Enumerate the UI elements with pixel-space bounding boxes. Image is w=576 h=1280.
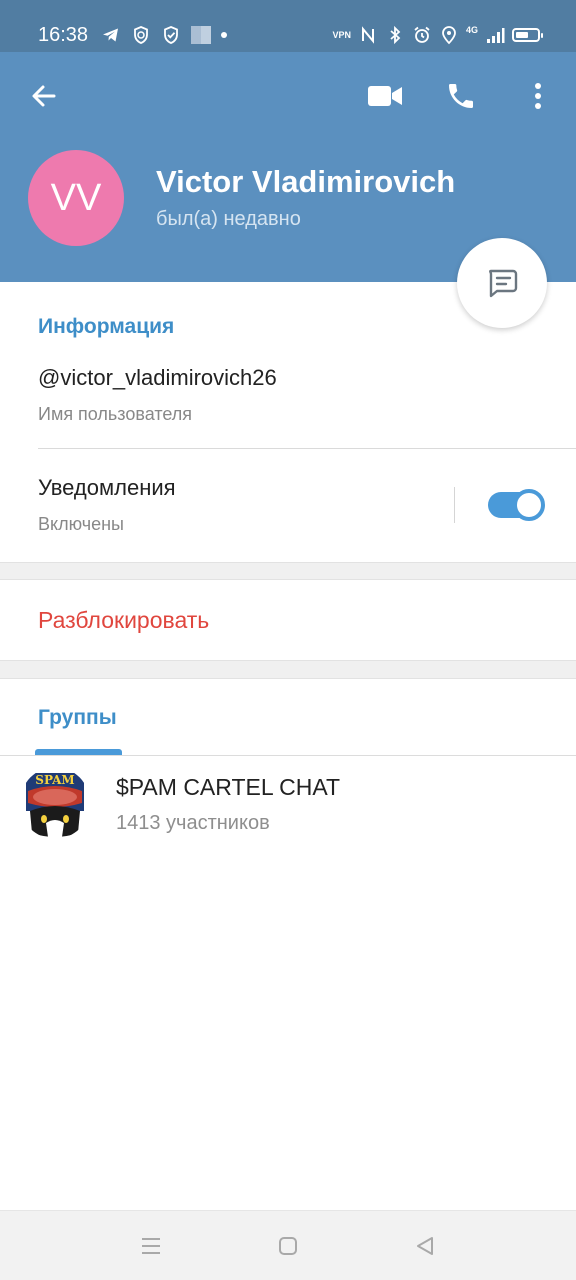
telegram-icon	[101, 25, 121, 45]
toggle-separator	[454, 487, 455, 523]
more-vert-icon	[535, 83, 541, 109]
unblock-section: Разблокировать	[0, 580, 576, 660]
group-avatar-text: SPAM	[35, 773, 74, 787]
notifications-state: Включены	[38, 514, 124, 534]
back-arrow-icon	[32, 85, 56, 107]
menu-icon	[142, 1238, 160, 1254]
more-notifications-dot	[221, 32, 227, 38]
group-list-item[interactable]: SPAM $PAM CARTEL CHAT 1413 участников	[0, 765, 576, 845]
network-type: 4G	[465, 25, 478, 35]
tab-bar-border	[0, 755, 576, 756]
nfc-icon	[358, 25, 378, 45]
home-icon	[279, 1237, 297, 1255]
tab-groups[interactable]: Группы	[38, 705, 117, 731]
info-section-title: Информация	[38, 315, 175, 338]
shield-clock-icon	[131, 25, 151, 45]
home-button[interactable]	[273, 1231, 303, 1261]
battery-level	[516, 32, 528, 38]
video-call-button[interactable]	[361, 72, 409, 120]
notifications-row[interactable]: Уведомления Включены	[0, 449, 576, 561]
status-right-icons: VPN 4G	[332, 24, 543, 46]
system-navigation-bar	[0, 1210, 576, 1280]
unblock-button[interactable]: Разблокировать	[38, 605, 209, 635]
recent-apps-button[interactable]	[136, 1231, 166, 1261]
phone-icon	[449, 84, 473, 108]
group-name: $PAM CARTEL CHAT	[116, 774, 341, 800]
video-call-icon	[368, 86, 402, 106]
location-icon	[439, 25, 459, 45]
system-back-button[interactable]	[410, 1231, 440, 1261]
back-triangle-icon	[417, 1237, 433, 1255]
profile-last-seen: был(а) недавно	[156, 208, 301, 230]
profile-name: Victor Vladimirovich	[156, 164, 456, 199]
blurred-notification-icon	[191, 26, 211, 44]
alarm-icon	[412, 25, 432, 45]
message-icon	[489, 269, 518, 298]
username-row[interactable]: @victor_vladimirovich26 Имя пользователя	[0, 354, 576, 448]
group-member-count: 1413 участников	[116, 812, 270, 834]
shield-check-icon	[161, 25, 181, 45]
signal-icon	[485, 25, 505, 45]
back-button[interactable]	[20, 72, 68, 120]
status-bar: 16:38 VPN 4G	[0, 0, 576, 52]
bluetooth-icon	[385, 25, 405, 45]
group-avatar: SPAM	[20, 767, 90, 839]
notifications-label: Уведомления	[38, 475, 176, 500]
toggle-knob	[513, 489, 545, 521]
voice-call-button[interactable]	[437, 72, 485, 120]
section-gap	[0, 660, 576, 679]
status-time: 16:38	[38, 24, 89, 46]
vpn-indicator: VPN	[332, 30, 351, 40]
username-caption: Имя пользователя	[38, 404, 193, 424]
send-message-button[interactable]	[457, 238, 547, 328]
battery-icon	[512, 28, 543, 42]
groups-section: Группы SPAM $PAM CARTEL CHAT 1413 участн…	[0, 679, 576, 1209]
section-gap	[0, 562, 576, 580]
more-options-button[interactable]	[514, 72, 562, 120]
profile-avatar[interactable]: VV	[28, 150, 124, 246]
username-value: @victor_vladimirovich26	[38, 365, 277, 390]
status-left-icons	[101, 24, 227, 46]
notifications-toggle[interactable]	[488, 489, 545, 521]
